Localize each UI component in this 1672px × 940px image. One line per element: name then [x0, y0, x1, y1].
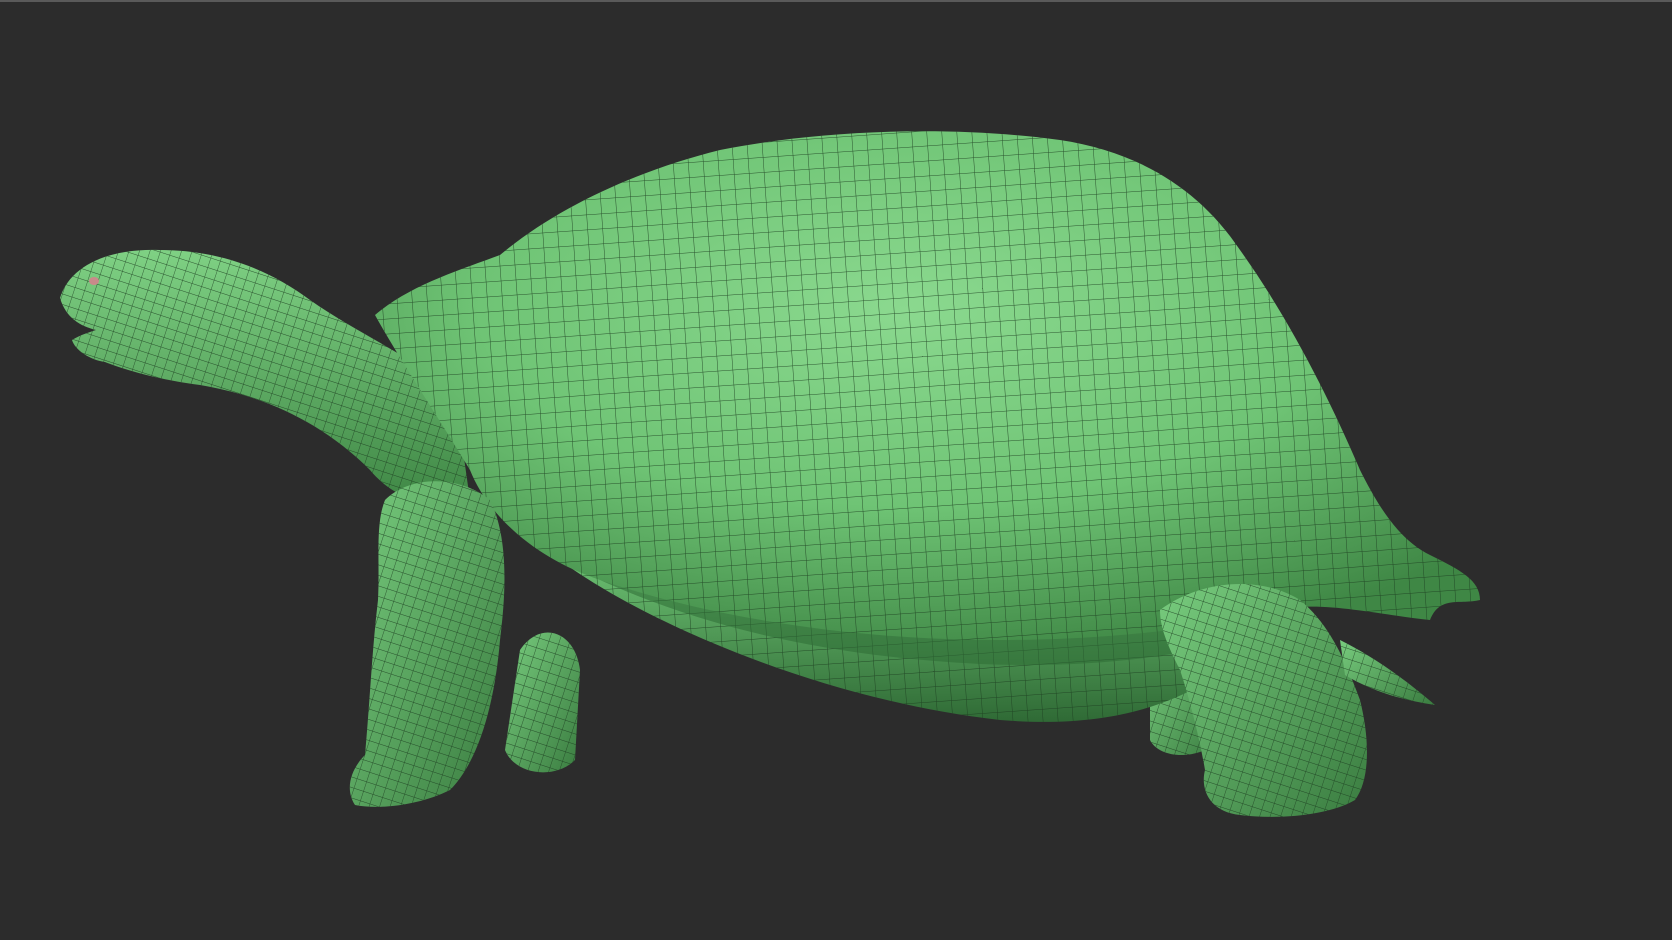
- eye-icon: [89, 277, 99, 285]
- hind-leg-near: [1160, 583, 1367, 817]
- front-leg-near: [349, 481, 505, 807]
- tortoise-model[interactable]: [0, 0, 1672, 940]
- 3d-viewport[interactable]: [0, 0, 1672, 940]
- front-leg-far: [505, 632, 580, 773]
- neck-and-head: [60, 249, 470, 504]
- shell: [375, 131, 1480, 665]
